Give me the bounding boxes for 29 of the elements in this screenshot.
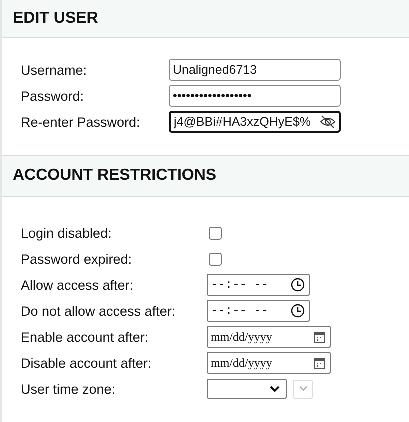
field-label: Password expired:: [21, 252, 134, 266]
field-label: Password:: [21, 88, 86, 104]
input-field[interactable]: Unaligned6713: [169, 59, 341, 81]
eye-slash-icon[interactable]: [320, 115, 336, 129]
section-title: EDIT USER: [13, 10, 98, 28]
field-label: User time zone:: [21, 382, 117, 396]
date-field[interactable]: mm/dd/yyyy: [207, 352, 331, 374]
calendar-icon[interactable]: [314, 358, 325, 368]
field-label: Login disabled:: [21, 226, 113, 240]
input-field[interactable]: j4@BBi#HA3xzQHyE$%: [169, 111, 341, 133]
field-label: Re-enter Password:: [21, 114, 142, 130]
checkbox[interactable]: [209, 252, 222, 266]
input-field[interactable]: ••••••••••••••••••: [169, 85, 341, 107]
field-label: Enable account after:: [21, 330, 150, 344]
field-label: Allow access after:: [21, 278, 135, 292]
field-label: Do not allow access after:: [21, 304, 177, 318]
clock-icon[interactable]: [291, 304, 305, 318]
time-field[interactable]: --:-- --: [207, 274, 310, 296]
field-label: Disable account after:: [21, 356, 153, 370]
calendar-icon[interactable]: [314, 332, 325, 342]
section-title: ACCOUNT RESTRICTIONS: [13, 167, 217, 185]
chevron-down-icon: [270, 386, 280, 392]
date-field[interactable]: mm/dd/yyyy: [207, 326, 331, 348]
checkbox[interactable]: [209, 226, 222, 240]
chevron-down-icon: [298, 386, 308, 392]
time-field[interactable]: --:-- --: [207, 300, 310, 322]
dropdown[interactable]: [207, 379, 287, 399]
field-label: Username:: [21, 62, 88, 78]
clock-icon[interactable]: [291, 278, 305, 292]
